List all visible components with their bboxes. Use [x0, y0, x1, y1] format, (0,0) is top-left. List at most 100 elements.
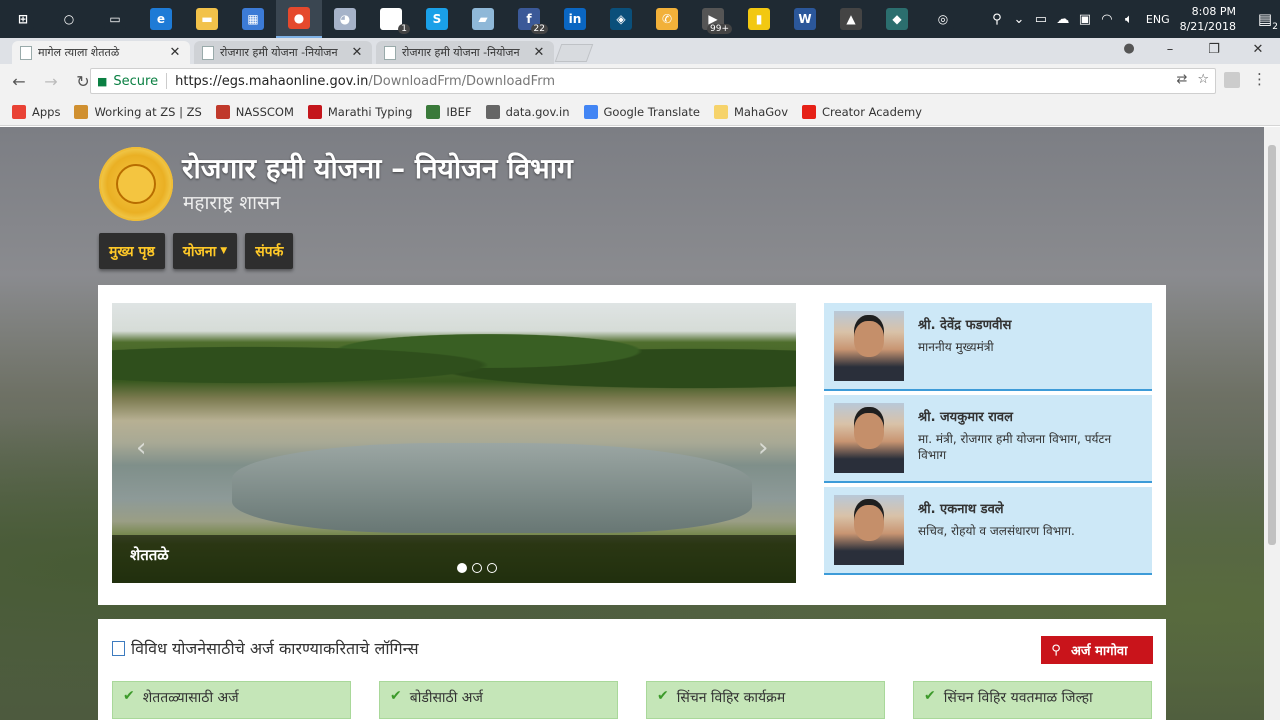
- track-application-button[interactable]: ⚲ अर्ज मागोवा: [1041, 636, 1153, 664]
- caret-down-icon: ▼: [220, 246, 228, 256]
- secure-label: Secure: [113, 73, 159, 89]
- badge-count: 99+: [707, 24, 732, 34]
- app-green-glyph: ◆: [886, 8, 908, 30]
- volume-icon[interactable]: 🔈︎: [1118, 12, 1140, 27]
- powerbi-icon[interactable]: ▮: [736, 0, 782, 38]
- login-tile[interactable]: ✔ सिंचन विहिर कार्यक्रम: [646, 681, 885, 719]
- facebook-icon[interactable]: f 22: [506, 0, 552, 38]
- restore-icon[interactable]: ❐: [1192, 38, 1236, 64]
- chrome-icon[interactable]: ●: [276, 0, 322, 38]
- bookmark-item[interactable]: NASSCOM: [215, 104, 294, 119]
- login-tile[interactable]: ✔ शेततळ्यासाठी अर्ज: [112, 681, 351, 719]
- paint-icon[interactable]: ◕: [322, 0, 368, 38]
- browser-tab[interactable]: मागेल त्याला शेततळे ✕: [12, 41, 190, 64]
- gmail-icon[interactable]: ▶ 99+: [690, 0, 736, 38]
- close-window-icon[interactable]: ✕: [1236, 38, 1280, 64]
- forward-icon[interactable]: →: [38, 72, 64, 91]
- clock[interactable]: 8:08 PM 8/21/2018: [1180, 4, 1236, 34]
- notes-icon[interactable]: ▰: [460, 0, 506, 38]
- browser-tab[interactable]: रोजगार हमी योजना -नियोजन ✕: [376, 41, 554, 64]
- browser-tab[interactable]: रोजगार हमी योजना -नियोजन ✕: [194, 41, 372, 64]
- url-host: https://egs.mahaonline.gov.in: [175, 73, 369, 89]
- bookmark-item[interactable]: Google Translate: [583, 104, 700, 119]
- bookmark-item[interactable]: MahaGov: [713, 104, 788, 119]
- chrome-menu-icon[interactable]: ⋮: [1252, 70, 1267, 88]
- address-bar[interactable]: ■ Secure https://egs.mahaonline.gov.in/D…: [90, 68, 1216, 94]
- carousel-dot[interactable]: [457, 563, 467, 573]
- login-tile[interactable]: ✔ बोडीसाठी अर्ज: [379, 681, 618, 719]
- powerbi-glyph: ▮: [748, 8, 770, 30]
- translate-icon[interactable]: ⇄: [1176, 72, 1187, 87]
- app-ring-icon[interactable]: ◎: [920, 0, 966, 38]
- bookmark-item[interactable]: Creator Academy: [802, 104, 922, 119]
- bookmark-item[interactable]: Working at ZS | ZS: [74, 104, 202, 119]
- new-tab-button[interactable]: [554, 44, 594, 62]
- bookmark-item[interactable]: Apps: [12, 104, 61, 119]
- word-icon[interactable]: W: [782, 0, 828, 38]
- window-controls: – ❐ ✕: [1148, 38, 1280, 64]
- bookmark-favicon-icon: [485, 104, 500, 119]
- minimize-icon[interactable]: –: [1148, 38, 1192, 64]
- bookmark-item[interactable]: data.gov.in: [485, 104, 570, 119]
- badge-count: 22: [530, 24, 548, 34]
- back-icon[interactable]: ←: [6, 72, 32, 91]
- image-carousel[interactable]: शेततळे ‹ ›: [112, 303, 796, 583]
- login-tile[interactable]: ✔ सिंचन विहिर यवतमाळ जिल्हा: [913, 681, 1152, 719]
- caption-bar: [112, 535, 796, 583]
- close-tab-icon[interactable]: ✕: [168, 45, 182, 60]
- main-nav: मुख्य पृष्ठ योजना ▼ संपर्क: [99, 233, 294, 269]
- edge-icon[interactable]: e: [138, 0, 184, 38]
- mail-icon[interactable]: ✉ 1: [368, 0, 414, 38]
- search-icon: ⚲: [1051, 642, 1061, 658]
- prev-slide-icon[interactable]: ‹: [136, 433, 146, 463]
- store-icon[interactable]: ▦: [230, 0, 276, 38]
- carousel-dot[interactable]: [487, 563, 497, 573]
- officials-list: श्री. देवेंद्र फडणवीस माननीय मुख्यमंत्री…: [824, 303, 1152, 579]
- nav-schemes[interactable]: योजना ▼: [172, 233, 238, 269]
- monitor-icon[interactable]: ▣: [1074, 12, 1096, 27]
- tab-title: रोजगार हमी योजना -नियोजन: [220, 46, 338, 59]
- language-indicator[interactable]: ENG: [1146, 13, 1170, 26]
- windows-start-icon[interactable]: ⊞: [0, 0, 46, 38]
- nav-home[interactable]: मुख्य पृष्ठ: [99, 233, 165, 269]
- cloud-icon[interactable]: ☁: [1052, 12, 1074, 27]
- task-view-icon[interactable]: ▭: [92, 0, 138, 38]
- whatsapp-icon[interactable]: ✆: [644, 0, 690, 38]
- app-blue-icon[interactable]: ◈: [598, 0, 644, 38]
- carousel-dot[interactable]: [472, 563, 482, 573]
- close-tab-icon[interactable]: ✕: [532, 45, 546, 60]
- notification-center-icon[interactable]: ▤ 2: [1250, 10, 1280, 32]
- bookmark-label: IBEF: [446, 104, 472, 119]
- battery-icon[interactable]: ▭: [1030, 12, 1052, 27]
- linkedin-icon[interactable]: in: [552, 0, 598, 38]
- bookmark-star-icon[interactable]: ☆: [1197, 72, 1209, 87]
- file-explorer-icon[interactable]: ▬: [184, 0, 230, 38]
- official-photo: [834, 311, 904, 381]
- page-scrollbar[interactable]: [1264, 127, 1280, 720]
- site-title: रोजगार हमी योजना – नियोजन विभाग: [182, 152, 573, 185]
- scrollbar-thumb[interactable]: [1268, 145, 1276, 545]
- bookmark-item[interactable]: Marathi Typing: [307, 104, 412, 119]
- app-green-icon[interactable]: ◆: [874, 0, 920, 38]
- linkedin-glyph: in: [564, 8, 586, 30]
- logins-panel: विविध योजनेसाठीचे अर्ज कारण्याकरिताचे लॉ…: [98, 619, 1166, 720]
- cortana-icon[interactable]: ○: [46, 0, 92, 38]
- taskbar-apps: ⊞ ○ ▭ e ▬ ▦ ● ◕ ✉ 1 S ▰ f 22 in ◈ ✆ ▶ 99+ ▮ W ▲ ◆ ◎: [0, 0, 966, 38]
- skype-icon[interactable]: S: [414, 0, 460, 38]
- bookmark-item[interactable]: IBEF: [426, 104, 472, 119]
- maharashtra-emblem-logo[interactable]: [99, 147, 173, 221]
- check-icon: ✔: [657, 688, 669, 704]
- bookmark-label: Apps: [32, 104, 61, 119]
- profile-icon[interactable]: ●: [1120, 41, 1138, 59]
- close-tab-icon[interactable]: ✕: [350, 45, 364, 60]
- bookmark-label: NASSCOM: [235, 104, 294, 119]
- nav-contact[interactable]: संपर्क: [245, 233, 294, 269]
- extension-icon[interactable]: [1224, 72, 1240, 88]
- login-tile-label: सिंचन विहिर यवतमाळ जिल्हा: [943, 690, 1093, 706]
- next-slide-icon[interactable]: ›: [758, 433, 768, 463]
- official-card: श्री. जयकुमार रावल मा. मंत्री, रोजगार हम…: [824, 395, 1152, 483]
- people-icon[interactable]: ⚲: [986, 12, 1008, 27]
- wifi-icon[interactable]: ◠: [1096, 12, 1118, 27]
- photos-icon[interactable]: ▲: [828, 0, 874, 38]
- chevron-up-icon[interactable]: ⌄: [1008, 12, 1030, 27]
